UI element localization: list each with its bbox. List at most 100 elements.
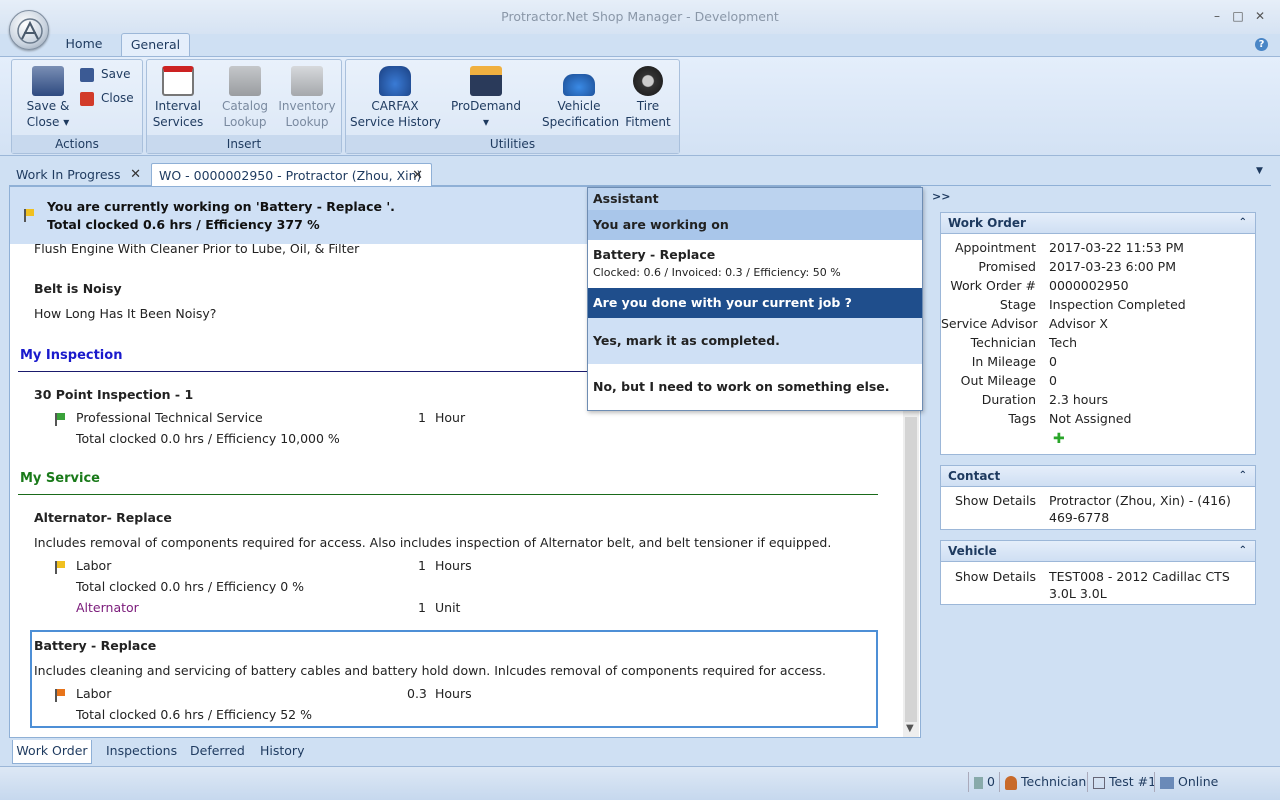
group-caption-actions: Actions xyxy=(12,135,142,153)
battery-labor-qty: 0.3 xyxy=(407,686,427,701)
vehicle-show-details[interactable]: Show Details xyxy=(941,569,1036,584)
value-duration: 2.3 hours xyxy=(1049,392,1108,407)
tab-list-dropdown-icon[interactable]: ▼ xyxy=(1256,166,1263,176)
scrollbar-thumb[interactable] xyxy=(905,417,917,722)
status-count[interactable]: 0 xyxy=(968,772,995,792)
collapse-icon[interactable]: ⌃ xyxy=(1239,466,1247,486)
contact-value-line2: 469-6778 xyxy=(1049,510,1110,525)
tab-home[interactable]: Home xyxy=(56,33,112,57)
tab-inspections[interactable]: Inspections xyxy=(106,740,177,764)
close-label: Close xyxy=(101,91,134,105)
close-tab-icon[interactable]: ✕ xyxy=(130,163,141,187)
label-tags: Tags xyxy=(1008,411,1036,426)
tire-fitment-button[interactable]: Tire Fitment xyxy=(620,66,676,130)
vehicle-panel-title: Vehicle xyxy=(948,544,997,558)
flag-icon xyxy=(55,561,65,574)
scroll-down-icon[interactable]: ▼ xyxy=(906,723,914,734)
minimize-button[interactable]: – xyxy=(1209,8,1225,24)
save-close-button[interactable]: Save & Close ▾ xyxy=(16,66,80,130)
carfax-button[interactable]: CARFAX Service History xyxy=(350,66,441,130)
inventory-lookup-button[interactable]: Inventory Lookup xyxy=(275,66,339,130)
flag-icon xyxy=(24,209,34,222)
vehicle-panel-header[interactable]: Vehicle ⌃ xyxy=(941,541,1255,562)
close-tab-icon[interactable]: ✕ xyxy=(412,164,423,188)
help-icon[interactable]: ? xyxy=(1255,38,1268,51)
tab-work-order-label: WO - 0000002950 - Protractor (Zhou, Xin) xyxy=(159,168,422,183)
expand-pane-button[interactable]: >> xyxy=(932,190,950,203)
value-tags: Not Assigned xyxy=(1049,411,1132,426)
contact-panel: Contact ⌃ Show Details Protractor (Zhou, … xyxy=(940,465,1256,530)
collapse-icon[interactable]: ⌃ xyxy=(1239,541,1247,561)
tire-fitment-label: Tire Fitment xyxy=(625,99,671,129)
close-icon xyxy=(80,91,94,106)
prodemand-button[interactable]: ProDemand ▾ xyxy=(450,66,522,130)
add-tag-icon[interactable]: ✚ xyxy=(1053,431,1065,447)
tab-general[interactable]: General xyxy=(121,33,190,57)
assistant-job-stats: Clocked: 0.6 / Invoiced: 0.3 / Efficienc… xyxy=(593,266,841,279)
maximize-button[interactable]: □ xyxy=(1230,8,1246,24)
inventory-icon xyxy=(291,66,323,96)
prodemand-icon xyxy=(470,66,502,96)
alternator-part-link[interactable]: Alternator xyxy=(76,600,139,615)
save-button[interactable]: Save xyxy=(80,66,130,82)
work-order-panel-header[interactable]: Work Order ⌃ xyxy=(941,213,1255,234)
status-location[interactable]: Test #1 xyxy=(1087,772,1156,792)
label-service-advisor: Service Advisor xyxy=(941,316,1038,331)
work-something-else-button[interactable]: No, but I need to work on something else… xyxy=(588,364,922,410)
assistant-question: Are you done with your current job ? xyxy=(588,288,922,318)
status-user[interactable]: Technician xyxy=(999,772,1086,792)
work-order-panel-title: Work Order xyxy=(948,216,1026,230)
status-user-value: Technician xyxy=(1021,774,1087,789)
status-connection[interactable]: Online xyxy=(1154,772,1218,792)
catalog-lookup-button[interactable]: Catalog Lookup xyxy=(215,66,275,130)
label-out-mileage: Out Mileage xyxy=(960,373,1036,388)
contact-show-details[interactable]: Show Details xyxy=(941,493,1036,508)
vehicle-value-line2: 3.0L 3.0L xyxy=(1049,586,1107,601)
save-label: Save xyxy=(101,67,131,81)
application-menu-button[interactable] xyxy=(9,10,49,50)
inspection-item-title: 30 Point Inspection - 1 xyxy=(34,387,194,402)
vehicle-specification-button[interactable]: Vehicle Specification xyxy=(542,66,619,130)
save-close-icon xyxy=(32,66,64,96)
my-service-header: My Service xyxy=(20,471,100,486)
status-count-icon xyxy=(974,776,983,789)
assistant-title: Assistant xyxy=(588,188,922,210)
collapse-icon[interactable]: ⌃ xyxy=(1239,213,1247,233)
banner-line2: Total clocked 0.6 hrs / Efficiency 377 % xyxy=(47,217,320,232)
interval-services-button[interactable]: Interval Services xyxy=(151,66,205,130)
user-icon xyxy=(1005,775,1017,790)
inspection-unit: Hour xyxy=(435,410,466,425)
assistant-working-on: You are working on xyxy=(588,210,922,240)
tab-history[interactable]: History xyxy=(260,740,304,764)
tab-work-order-bottom[interactable]: Work Order xyxy=(12,740,92,764)
mark-completed-button[interactable]: Yes, mark it as completed. xyxy=(588,318,922,364)
alternator-clocked: Total clocked 0.0 hrs / Efficiency 0 % xyxy=(76,579,304,594)
tab-work-in-progress[interactable]: Work In Progress ✕ xyxy=(9,163,149,187)
tab-deferred[interactable]: Deferred xyxy=(190,740,245,764)
alternator-description: Includes removal of components required … xyxy=(34,535,832,550)
contact-panel-header[interactable]: Contact ⌃ xyxy=(941,466,1255,487)
alternator-part-qty: 1 xyxy=(418,600,426,615)
battery-clocked: Total clocked 0.6 hrs / Efficiency 52 % xyxy=(76,707,312,722)
my-inspection-header: My Inspection xyxy=(20,348,123,363)
vehicle-value-line1: TEST008 - 2012 Cadillac CTS xyxy=(1049,569,1230,584)
banner-line1: You are currently working on 'Battery - … xyxy=(47,199,395,214)
alternator-labor-unit: Hours xyxy=(435,558,472,573)
close-button[interactable]: Close xyxy=(80,90,134,106)
network-icon xyxy=(1160,776,1174,789)
value-appointment: 2017-03-22 11:53 PM xyxy=(1049,240,1184,255)
calendar-icon xyxy=(162,66,194,96)
tab-work-order[interactable]: WO - 0000002950 - Protractor (Zhou, Xin)… xyxy=(151,163,432,187)
group-caption-insert: Insert xyxy=(147,135,341,153)
catalog-icon xyxy=(229,66,261,96)
value-promised: 2017-03-23 6:00 PM xyxy=(1049,259,1176,274)
vehicle-icon xyxy=(563,74,595,96)
battery-labor: Labor xyxy=(76,686,112,701)
value-work-order-number: 0000002950 xyxy=(1049,278,1129,293)
status-count-value: 0 xyxy=(987,774,995,789)
current-job-banner: You are currently working on 'Battery - … xyxy=(10,187,590,244)
belt-question[interactable]: How Long Has It Been Noisy? xyxy=(34,306,216,321)
group-caption-utilities: Utilities xyxy=(346,135,679,153)
close-window-button[interactable]: ✕ xyxy=(1252,8,1268,24)
interval-services-label: Interval Services xyxy=(152,99,204,129)
